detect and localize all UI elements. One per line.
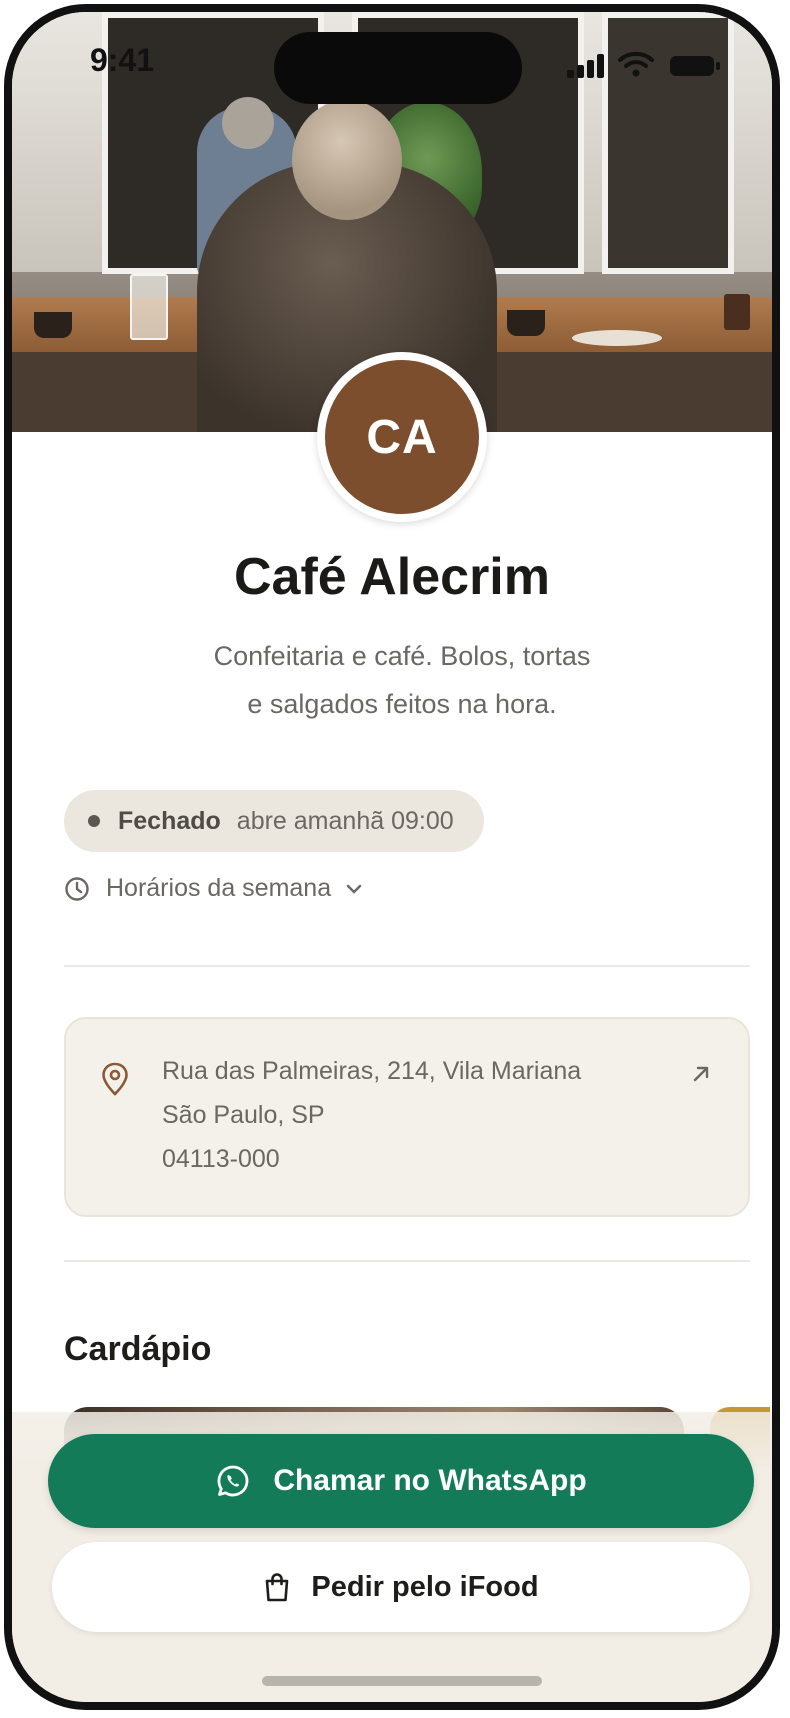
chevron-down-icon — [346, 884, 362, 894]
address-street: Rua das Palmeiras, 214, Vila Mariana — [162, 1057, 582, 1085]
clock-icon — [65, 876, 89, 901]
cellular-signal-icon — [567, 54, 607, 78]
business-name: Café Alecrim — [234, 548, 550, 606]
menu-section-title: Cardápio — [64, 1330, 212, 1368]
ifood-button-label: Pedir pelo iFood — [311, 1570, 539, 1603]
address-postal-code: 04113-000 — [162, 1145, 280, 1173]
avatar-initials: CA — [366, 410, 438, 464]
whatsapp-icon — [217, 1465, 249, 1497]
home-indicator[interactable] — [262, 1676, 542, 1686]
shopping-bag-icon — [266, 1573, 289, 1602]
open-status-badge: Fechado abre amanhã 09:00 — [64, 790, 484, 852]
dynamic-island — [274, 32, 522, 104]
external-link-icon[interactable] — [690, 1063, 712, 1085]
wifi-icon — [618, 51, 654, 77]
location-pin-icon — [102, 1062, 128, 1096]
address-city: São Paulo, SP — [162, 1101, 325, 1129]
weekly-hours-label: Horários da semana — [106, 874, 332, 902]
address-card[interactable]: Rua das Palmeiras, 214, Vila Mariana São… — [64, 1017, 750, 1217]
description-line: e salgados feitos na hora. — [247, 689, 557, 719]
ifood-button[interactable]: Pedir pelo iFood — [52, 1542, 750, 1632]
battery-icon — [670, 56, 720, 76]
business-description: Confeitaria e café. Bolos, tortas e salg… — [132, 632, 672, 728]
weekly-hours-toggle[interactable]: Horários da semana — [64, 874, 379, 903]
whatsapp-button[interactable]: Chamar no WhatsApp — [48, 1434, 754, 1528]
status-dot-icon — [88, 815, 100, 827]
open-status-next: abre amanhã 09:00 — [236, 806, 454, 835]
business-avatar: CA — [317, 352, 487, 522]
whatsapp-button-label: Chamar no WhatsApp — [273, 1464, 587, 1497]
phone-frame: 9:41 CA Café Alecrim Confeitaria e café.… — [4, 4, 780, 1710]
description-line: Confeitaria e café. Bolos, tortas — [213, 641, 591, 671]
status-time: 9:41 — [90, 42, 155, 78]
open-status-state: Fechado — [118, 806, 221, 835]
divider — [64, 1260, 750, 1262]
divider — [64, 965, 750, 967]
